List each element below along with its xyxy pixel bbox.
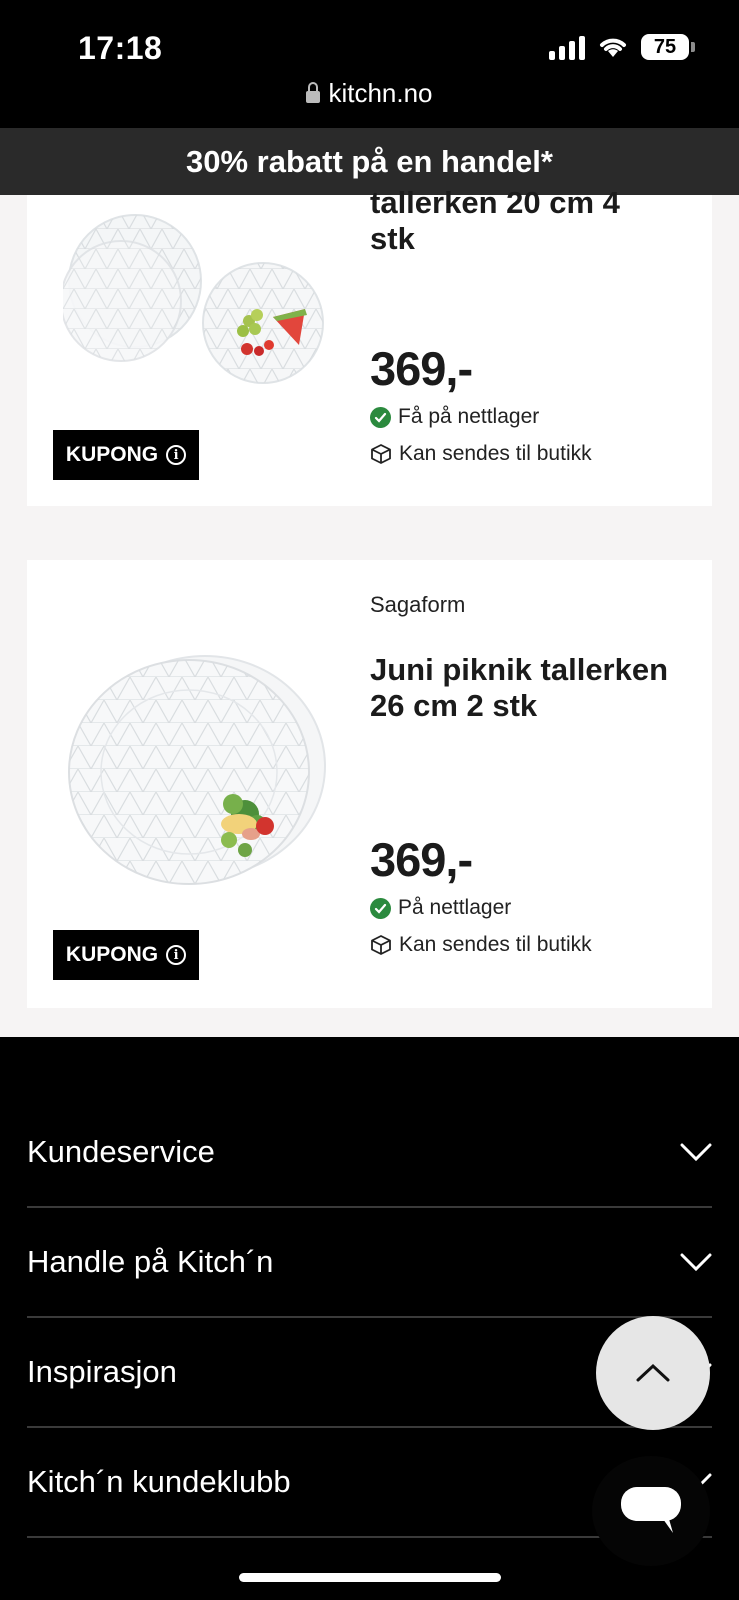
- lock-icon: [306, 81, 321, 103]
- check-circle-icon: [370, 406, 391, 428]
- footer-item-label: Handle på Kitch´n: [27, 1244, 274, 1279]
- product-price: 369,-: [370, 342, 473, 395]
- product-image: [63, 214, 324, 384]
- footer-item-kundeservice[interactable]: Kundeservice: [27, 1098, 712, 1208]
- stock-status: På nettlager: [370, 896, 511, 920]
- product-price: 369,-: [370, 833, 473, 886]
- box-icon: [371, 935, 391, 955]
- battery-icon: 75: [641, 34, 695, 60]
- product-image: [68, 655, 326, 885]
- url-text: kitchn.no: [328, 78, 433, 108]
- chat-bubble-icon: [621, 1487, 681, 1533]
- shipping-text: Kan sendes til butikk: [399, 933, 592, 956]
- chevron-down-icon: [680, 1253, 712, 1272]
- product-name[interactable]: Juni piknik tallerken 26 cm 2 stk: [370, 652, 670, 724]
- footer-item-label: Kundeservice: [27, 1134, 215, 1169]
- box-icon: [371, 444, 391, 464]
- coupon-badge[interactable]: KUPONG i: [53, 930, 199, 980]
- stock-status: Få på nettlager: [370, 405, 539, 429]
- status-bar: 17:18 75 kitchn.no: [0, 0, 739, 128]
- wifi-icon: [600, 38, 626, 57]
- coupon-badge[interactable]: KUPONG i: [53, 430, 199, 480]
- stock-text: Få på nettlager: [398, 405, 540, 428]
- address-bar[interactable]: kitchn.no: [0, 78, 739, 109]
- info-icon[interactable]: i: [166, 445, 187, 465]
- shipping-info: Kan sendes til butikk: [370, 442, 592, 466]
- check-circle-icon: [370, 897, 391, 919]
- shipping-info: Kan sendes til butikk: [370, 933, 592, 957]
- coupon-label: KUPONG: [65, 443, 159, 466]
- footer-item-label: Inspirasjon: [27, 1354, 177, 1389]
- chevron-up-icon: [636, 1363, 670, 1382]
- cellular-signal-icon: [549, 34, 585, 60]
- coupon-label: KUPONG: [65, 943, 159, 966]
- footer-item-label: Kitch´n kundeklubb: [27, 1464, 291, 1499]
- chat-button[interactable]: [592, 1456, 710, 1566]
- product-name[interactable]: tallerken 20 cm 4 stk: [370, 185, 670, 257]
- product-brand[interactable]: Sagaform: [370, 592, 465, 618]
- product-card[interactable]: Sagaform Juni piknik tallerken 26 cm 2 s…: [27, 560, 712, 1008]
- stock-text: På nettlager: [398, 896, 512, 919]
- footer-item-handle[interactable]: Handle på Kitch´n: [27, 1208, 712, 1318]
- product-card[interactable]: tallerken 20 cm 4 stk 369,- Få på nettla…: [27, 185, 712, 506]
- shipping-text: Kan sendes til butikk: [399, 442, 592, 465]
- scroll-to-top-button[interactable]: [596, 1316, 710, 1430]
- status-time: 17:18: [78, 30, 163, 66]
- info-icon[interactable]: i: [166, 945, 187, 965]
- home-indicator: [239, 1573, 501, 1582]
- status-icons: 75: [549, 34, 695, 60]
- chevron-down-icon: [680, 1143, 712, 1162]
